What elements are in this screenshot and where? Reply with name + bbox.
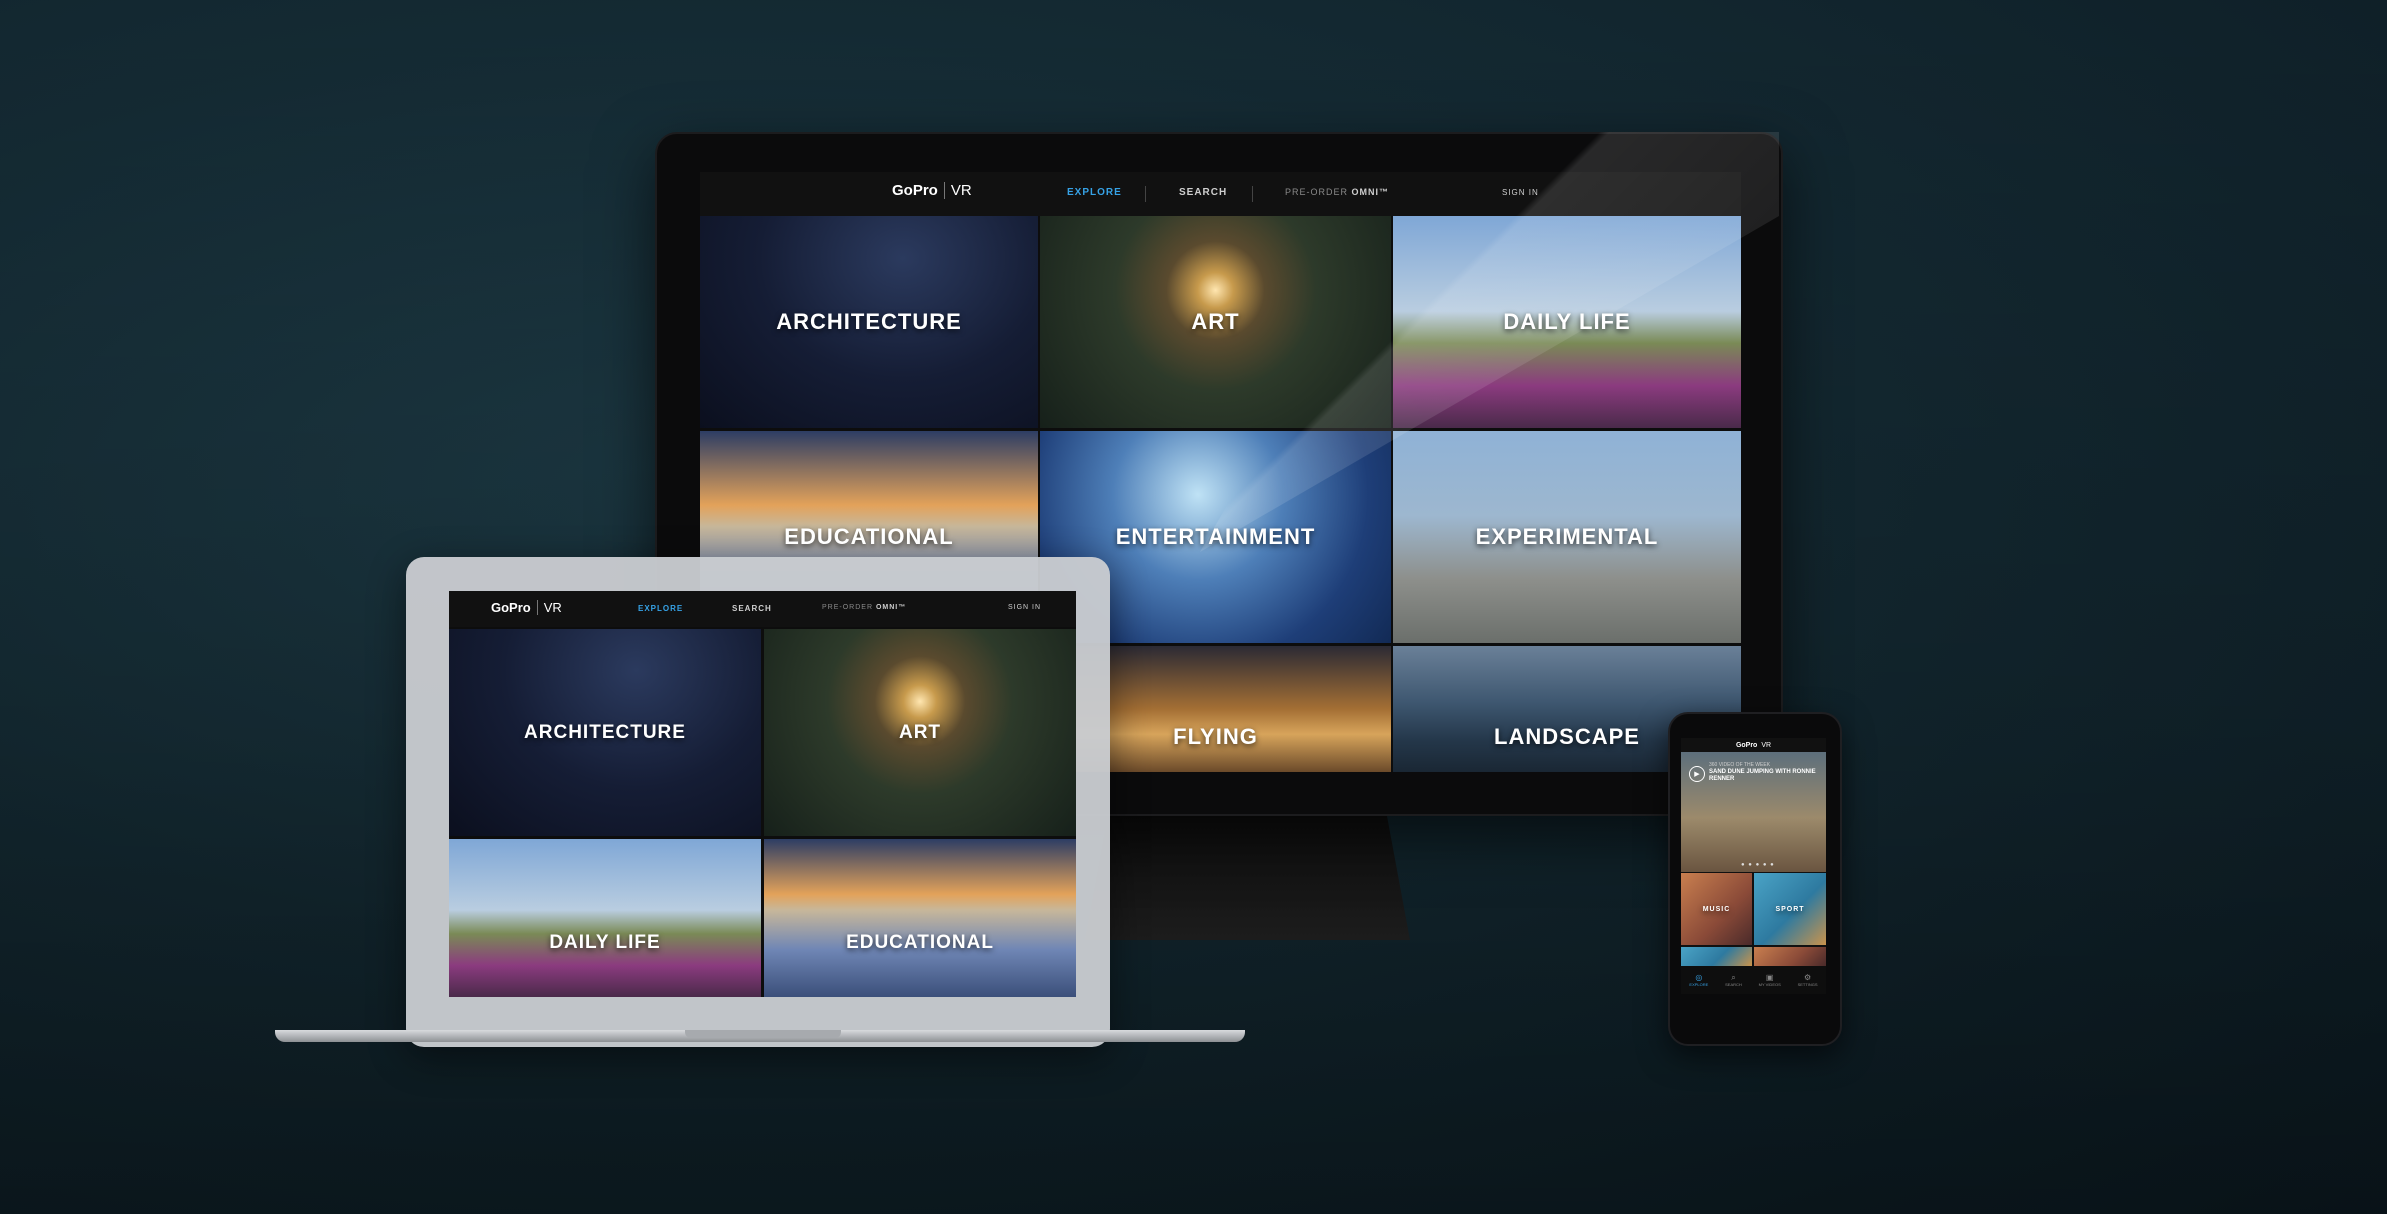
nav-preorder[interactable]: PRE-ORDER OMNI™ [822,604,906,611]
play-icon[interactable]: ▶ [1689,766,1705,782]
tile-label: EDUCATIONAL [846,932,994,953]
carousel-dots[interactable]: ● ● ● ● ● [1741,862,1775,868]
laptop-notch [685,1030,841,1038]
tab-search[interactable]: ⌕ SEARCH [1725,973,1742,987]
logo-text: GoPro [892,182,938,199]
nav-divider [1145,186,1146,202]
category-tile-architecture[interactable]: ARCHITECTURE [700,216,1038,428]
featured-caption: 360 VIDEO OF THE WEEK SAND DUNE JUMPING … [1709,762,1819,783]
compass-icon: ◎ [1695,973,1703,982]
tab-label: SEARCH [1725,982,1742,987]
desktop-navbar: GoPro VR EXPLORE SEARCH PRE-ORDER OMNI™ … [700,172,1741,216]
tile-label: EXPERIMENTAL [1475,524,1659,549]
category-tile-daily-life[interactable]: DAILY LIFE [1393,216,1741,428]
tab-label: SETTINGS [1797,982,1818,987]
monitor-stand [1085,800,1410,940]
category-tile-daily-life[interactable]: DAILY LIFE [449,839,761,997]
tile-label: MUSIC [1702,905,1731,913]
nav-signin[interactable]: SIGN IN [1502,188,1539,197]
nav-explore[interactable]: EXPLORE [638,604,683,613]
laptop-screen: GoPro VR EXPLORE SEARCH PRE-ORDER OMNI™ … [449,591,1076,997]
category-tile-partial[interactable] [1681,947,1752,966]
tile-label: ART [1191,309,1240,334]
logo-sub: VR [943,182,972,199]
gear-icon: ⚙ [1804,973,1812,982]
tile-label: DAILY LIFE [1503,309,1631,334]
featured-video[interactable]: ▶ 360 VIDEO OF THE WEEK SAND DUNE JUMPIN… [1681,752,1826,872]
tile-label: LANDSCAPE [1494,723,1640,749]
preorder-product: OMNI™ [875,604,907,611]
gopro-vr-logo[interactable]: GoPro VR [491,600,562,615]
category-tile-partial[interactable] [1754,947,1826,966]
category-tile-architecture[interactable]: ARCHITECTURE [449,629,761,836]
phone-screen: GoPro VR ▶ 360 VIDEO OF THE WEEK SAND DU… [1681,738,1826,994]
tile-label: FLYING [1173,723,1258,749]
tile-label: ART [898,721,942,743]
category-tile-sport[interactable]: SPORT [1754,873,1826,945]
tab-label: EXPLORE [1689,982,1709,987]
search-icon: ⌕ [1731,973,1736,982]
nav-signin[interactable]: SIGN IN [1008,604,1041,611]
preorder-product: OMNI™ [1351,187,1390,197]
tile-label: SPORT [1775,905,1805,913]
nav-preorder[interactable]: PRE-ORDER OMNI™ [1285,187,1389,197]
tab-label: MY VIDEOS [1758,982,1781,987]
laptop-navbar: GoPro VR EXPLORE SEARCH PRE-ORDER OMNI™ … [449,591,1076,627]
logo-text: GoPro [491,600,531,615]
tab-my-videos[interactable]: ▣ MY VIDEOS [1759,973,1781,987]
logo-sub: VR [1761,741,1772,749]
category-tile-educational[interactable]: EDUCATIONAL [764,839,1076,997]
category-tile-music[interactable]: MUSIC [1681,873,1752,945]
category-tile-art[interactable]: ART [1040,216,1391,428]
gopro-vr-logo[interactable]: GoPro VR [892,182,972,199]
logo-sub: VR [536,600,562,615]
tile-label: DAILY LIFE [549,932,661,953]
tile-label: EDUCATIONAL [784,524,954,549]
preorder-prefix: PRE-ORDER [822,604,874,611]
phone-tab-bar: ◎ EXPLORE ⌕ SEARCH ▣ MY VIDEOS ⚙ SETTING… [1681,966,1826,994]
video-icon: ▣ [1765,973,1774,982]
tile-label: ENTERTAINMENT [1115,524,1316,549]
tab-explore[interactable]: ◎ EXPLORE [1689,973,1708,987]
category-tile-experimental[interactable]: EXPERIMENTAL [1393,431,1741,643]
tab-settings[interactable]: ⚙ SETTINGS [1798,973,1818,987]
nav-search[interactable]: SEARCH [732,604,772,613]
phone-header: GoPro VR [1681,738,1826,752]
logo-text: GoPro [1735,741,1758,749]
tile-label: ARCHITECTURE [524,721,686,743]
nav-search[interactable]: SEARCH [1179,187,1227,198]
preorder-prefix: PRE-ORDER [1285,187,1349,197]
featured-title: SAND DUNE JUMPING WITH RONNIE RENNER [1709,769,1816,782]
nav-explore[interactable]: EXPLORE [1067,187,1122,198]
category-tile-art[interactable]: ART [764,629,1076,836]
nav-divider [1252,186,1253,202]
featured-kicker: 360 VIDEO OF THE WEEK [1709,762,1771,768]
tile-label: ARCHITECTURE [776,309,962,334]
